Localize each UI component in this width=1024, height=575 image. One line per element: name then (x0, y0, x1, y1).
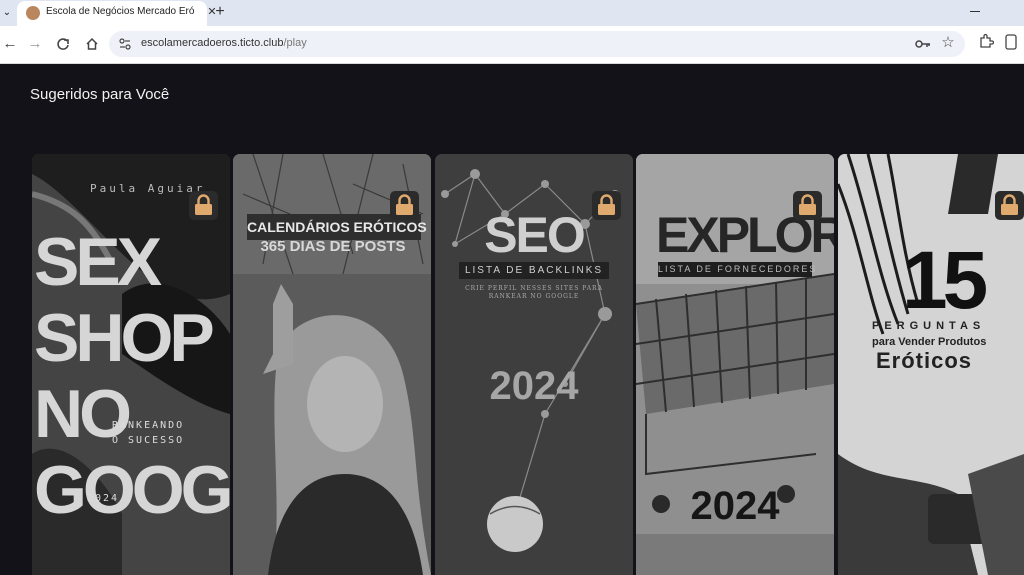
lock-icon (396, 194, 413, 215)
card-author: Paula Aguiar (90, 182, 206, 195)
lock-icon (1001, 194, 1018, 215)
card-subtitle: LISTA DE FORNECEDORES (658, 262, 815, 277)
card-title-line: GOOGLE (34, 452, 230, 528)
favicon-icon (26, 6, 40, 20)
card-title-line: SHOP (34, 300, 215, 376)
course-card-sex-shop-no-google[interactable]: Paula Aguiar SEX SHOP NO GOOGLE RANKEAND… (32, 154, 230, 575)
url-path: /play (283, 37, 307, 49)
section-title: Sugeridos para Você (30, 86, 170, 103)
card-subtitle: Eróticos (876, 348, 973, 373)
url-text[interactable]: escolamercadoeros.ticto.club/play (141, 37, 307, 49)
address-bar[interactable]: escolamercadoeros.ticto.club/play ☆ (109, 31, 965, 57)
card-subtitle: RANKEANDO (112, 420, 185, 431)
tab-strip: ⌄ Escola de Negócios Mercado Eró ✕ + (0, 0, 1024, 26)
card-subtitle: 365 DIAS DE POSTS (260, 238, 406, 255)
course-card-seo-backlinks[interactable]: SEO LISTA DE BACKLINKS CRIE PERFIL NESSE… (435, 154, 633, 575)
profile-icon[interactable] (1004, 34, 1018, 50)
card-subtitle: para Vender Produtos (872, 336, 987, 348)
card-title-line: SEX (34, 224, 162, 300)
card-subtitle: PERGUNTAS (872, 320, 986, 332)
home-icon[interactable] (82, 34, 102, 54)
course-card-15-perguntas[interactable]: 15 PERGUNTAS para Vender Produtos Erótic… (838, 154, 1024, 575)
key-icon[interactable] (915, 37, 931, 51)
lock-badge (592, 191, 621, 220)
card-subtitle: O SUCESSO (112, 435, 185, 446)
reload-icon[interactable] (53, 34, 73, 54)
card-year: 2024 (489, 364, 579, 408)
lock-badge (189, 191, 218, 220)
forward-icon[interactable]: → (25, 34, 45, 54)
lock-icon (799, 194, 816, 215)
lock-badge (793, 191, 822, 220)
lock-badge (390, 191, 419, 220)
browser-toolbar: ← → escolamercadoeros.ticto.club/play ☆ (0, 26, 1024, 64)
url-host: escolamercadoeros.ticto.club (141, 37, 284, 49)
plus-icon[interactable]: + (211, 3, 229, 21)
card-year: 2024 (690, 484, 780, 528)
card-subtitle: LISTA DE BACKLINKS (459, 262, 609, 279)
lock-icon (195, 194, 212, 215)
card-note: RANKEAR NO GOOGLE (488, 293, 580, 300)
lock-badge (995, 191, 1024, 220)
lock-icon (598, 194, 615, 215)
tab-menu-icon[interactable]: ⌄ (0, 4, 14, 22)
tab-title: Escola de Negócios Mercado Eró (46, 6, 195, 17)
extensions-icon[interactable] (978, 33, 994, 49)
site-info-icon[interactable] (119, 38, 131, 50)
back-icon[interactable]: ← (0, 34, 20, 54)
course-card-calendarios-eroticos[interactable]: CALENDÁRIOS ERÓTICOS 365 DIAS DE POSTS (233, 154, 431, 575)
course-card-explore-fornecedores[interactable]: EXPLORE LISTA DE FORNECEDORES 2024 (636, 154, 834, 575)
card-title: SEX SHOP NO GOOGLE (34, 224, 230, 528)
star-icon[interactable]: ☆ (940, 34, 956, 52)
minimize-button[interactable] (970, 5, 986, 19)
card-note: CRIE PERFIL NESSES SITES PARA (465, 285, 603, 292)
card-title: 15 (902, 235, 988, 326)
browser-tab[interactable]: Escola de Negócios Mercado Eró ✕ (17, 1, 217, 26)
card-year: 2024 (87, 493, 120, 504)
